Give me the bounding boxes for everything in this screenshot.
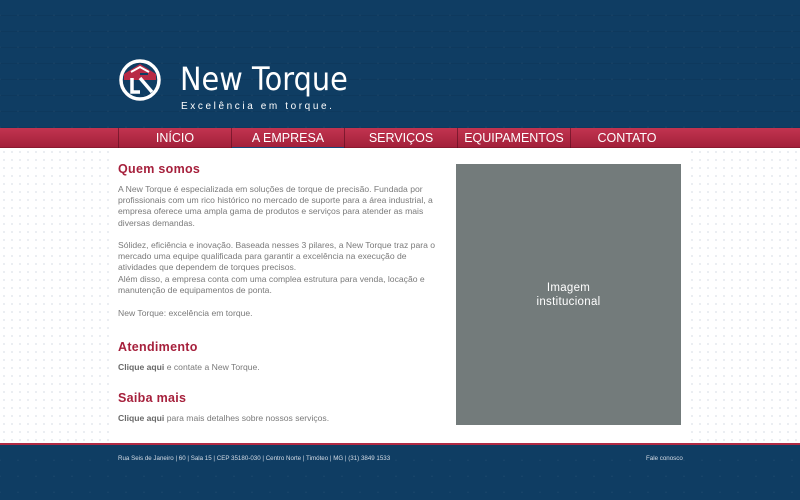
saiba-link[interactable]: Clique aqui bbox=[118, 413, 164, 423]
saiba-text: Clique aqui para mais detalhes sobre nos… bbox=[118, 413, 438, 424]
nav-item-equipamentos[interactable]: EQUIPAMENTOS bbox=[457, 128, 570, 148]
main-nav: INÍCIO A EMPRESA SERVIÇOS EQUIPAMENTOS C… bbox=[0, 128, 800, 150]
nav-item-a-empresa[interactable]: A EMPRESA bbox=[231, 128, 344, 150]
new-torque-logo-icon[interactable] bbox=[118, 58, 162, 102]
brand-tagline: Excelência em torque. bbox=[181, 101, 335, 112]
footer: Rua Seis de Janeiro | 60 | Sala 15 | CEP… bbox=[0, 445, 800, 500]
header: New Torque Excelência em torque. bbox=[0, 0, 800, 128]
atendimento-link[interactable]: Clique aqui bbox=[118, 362, 164, 372]
about-paragraph-3: New Torque: excelência em torque. bbox=[118, 308, 253, 318]
about-paragraph-2a: Sólidez, eficiência e inovação. Baseada … bbox=[118, 240, 436, 273]
footer-address: Rua Seis de Janeiro | 60 | Sala 15 | CEP… bbox=[118, 455, 391, 462]
image-placeholder-line2: institucional bbox=[536, 295, 601, 308]
brand-name: New Torque bbox=[180, 60, 348, 98]
atendimento-title: Atendimento bbox=[118, 340, 198, 354]
nav-item-inicio[interactable]: INÍCIO bbox=[118, 128, 231, 148]
nav-item-contato[interactable]: CONTATO bbox=[570, 128, 683, 148]
saiba-rest: para mais detalhes sobre nossos serviços… bbox=[164, 413, 330, 423]
saiba-title: Saiba mais bbox=[118, 391, 187, 405]
about-paragraph-2b: Além disso, a empresa conta com uma comp… bbox=[118, 274, 425, 296]
atendimento-text: Clique aqui e contate a New Torque. bbox=[118, 362, 438, 373]
nav-item-servicos[interactable]: SERVIÇOS bbox=[344, 128, 457, 148]
about-paragraph-1: A New Torque é especializada em soluções… bbox=[118, 184, 433, 228]
institutional-image-placeholder: Imagem institucional bbox=[456, 164, 681, 425]
image-placeholder-line1: Imagem bbox=[546, 281, 591, 294]
footer-contact-link[interactable]: Fale conosco bbox=[646, 455, 683, 462]
about-title: Quem somos bbox=[118, 162, 201, 176]
atendimento-rest: e contate a New Torque. bbox=[164, 362, 260, 372]
